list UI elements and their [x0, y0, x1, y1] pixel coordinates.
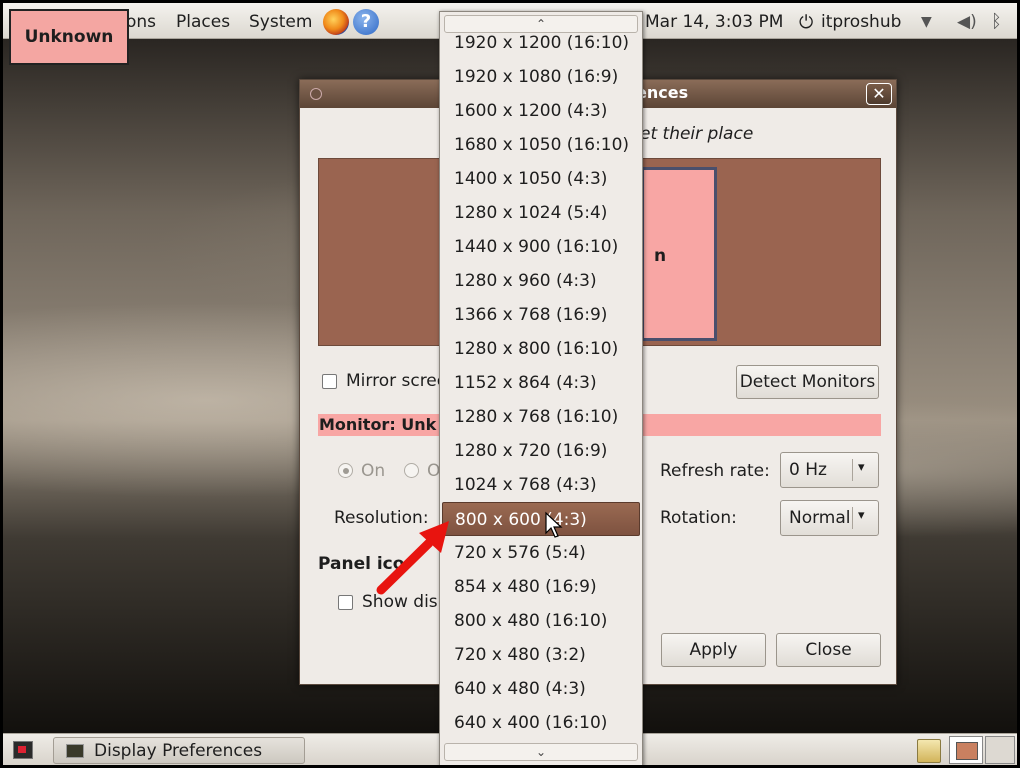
rotation-select[interactable]: Normal ▾	[780, 500, 879, 536]
chevron-down-icon: ▾	[858, 508, 865, 523]
hint-text: et their place	[640, 124, 754, 144]
radio-on-label[interactable]: On	[361, 461, 385, 481]
mirror-screens-checkbox[interactable]	[322, 374, 337, 389]
resolution-option[interactable]: 800 x 480 (16:10)	[442, 604, 640, 638]
display-preferences-icon	[66, 744, 84, 758]
resolution-option[interactable]: 1440 x 900 (16:10)	[442, 230, 640, 264]
resolution-option[interactable]: 1280 x 960 (4:3)	[442, 264, 640, 298]
show-displays-checkbox[interactable]	[338, 595, 353, 610]
rotation-value: Normal	[789, 508, 851, 528]
monitor-box-label: n	[654, 246, 667, 266]
resolution-option[interactable]: 1280 x 800 (16:10)	[442, 332, 640, 366]
resolution-option[interactable]: 1280 x 768 (16:10)	[442, 400, 640, 434]
power-icon[interactable]: ⏻	[799, 12, 813, 33]
resolution-option[interactable]: 1920 x 1200 (16:10)	[442, 26, 640, 60]
show-displays-label[interactable]: Show disp	[362, 592, 448, 612]
radio-on-dot	[343, 468, 349, 474]
resolution-dropdown-list[interactable]: ⌃ 1920 x 1200 (16:10) 1920 x 1080 (16:9) 1…	[439, 11, 643, 765]
resolution-option[interactable]: 1280 x 720 (16:9)	[442, 434, 640, 468]
resolution-option[interactable]: 800 x 600 (4:3)	[442, 502, 640, 536]
resolution-option[interactable]: 1024 x 768 (4:3)	[442, 468, 640, 502]
user-menu[interactable]: itproshub	[821, 12, 901, 32]
bluetooth-icon[interactable]: ᛒ	[991, 11, 1002, 32]
menu-applications[interactable]: ons	[126, 12, 156, 32]
menu-places[interactable]: Places	[176, 12, 230, 32]
scroll-down-button[interactable]: ⌄	[444, 743, 638, 761]
panel-icon-heading: Panel ico	[318, 554, 405, 574]
combo-separator	[852, 507, 853, 529]
resolution-option[interactable]: 720 x 576 (5:4)	[442, 536, 640, 570]
resolution-option[interactable]: 1152 x 864 (4:3)	[442, 366, 640, 400]
resolution-option[interactable]: 1280 x 1024 (5:4)	[442, 196, 640, 230]
refresh-rate-value: 0 Hz	[789, 460, 827, 480]
dialog-title: ences	[636, 83, 689, 102]
firefox-icon[interactable]	[323, 9, 349, 35]
resolution-option[interactable]: 640 x 480 (4:3)	[442, 672, 640, 706]
monitor-box[interactable]: n	[641, 167, 717, 341]
screen: ons Places System ? Mar 14, 3:03 PM ⏻ it…	[0, 0, 1020, 768]
clock[interactable]: Mar 14, 3:03 PM	[645, 12, 783, 32]
apply-button[interactable]: Apply	[661, 633, 766, 667]
close-window-button[interactable]: ✕	[866, 83, 892, 105]
resolution-option[interactable]: 720 x 480 (3:2)	[442, 638, 640, 672]
resolution-option[interactable]: 1680 x 1050 (16:10)	[442, 128, 640, 162]
resolution-option[interactable]: 1920 x 1080 (16:9)	[442, 60, 640, 94]
menu-system[interactable]: System	[249, 12, 312, 32]
window-menu-icon[interactable]	[310, 88, 322, 100]
refresh-rate-select[interactable]: 0 Hz ▾	[780, 452, 879, 488]
resolution-option[interactable]: 1600 x 1200 (4:3)	[442, 94, 640, 128]
chevron-down-icon: ▾	[858, 460, 865, 475]
network-icon[interactable]: ▼	[921, 14, 932, 30]
help-icon[interactable]: ?	[353, 9, 379, 35]
resolution-option[interactable]: 854 x 480 (16:9)	[442, 570, 640, 604]
radio-on[interactable]	[338, 463, 353, 478]
resolution-label: Resolution:	[334, 508, 429, 528]
combo-separator	[852, 459, 853, 481]
trash-icon[interactable]	[917, 739, 941, 763]
resolution-option[interactable]: 1366 x 768 (16:9)	[442, 298, 640, 332]
detect-monitors-button[interactable]: Detect Monitors	[736, 365, 879, 399]
taskbar-item-display-preferences[interactable]: Display Preferences	[53, 737, 305, 764]
resolution-option[interactable]: 1400 x 1050 (4:3)	[442, 162, 640, 196]
show-desktop-icon[interactable]	[13, 741, 33, 759]
monitor-name-overlay: Unknown	[9, 9, 129, 65]
close-button[interactable]: Close	[776, 633, 881, 667]
radio-off[interactable]	[404, 463, 419, 478]
volume-icon[interactable]: ◀)	[957, 12, 977, 32]
workspace-1[interactable]	[949, 736, 983, 764]
rotation-label: Rotation:	[660, 508, 737, 528]
refresh-rate-label: Refresh rate:	[660, 461, 770, 481]
taskbar-item-label: Display Preferences	[94, 741, 263, 761]
workspace-2[interactable]	[985, 736, 1015, 764]
resolution-option[interactable]: 640 x 400 (16:10)	[442, 706, 640, 740]
mirror-screens-label[interactable]: Mirror scree	[346, 371, 447, 391]
monitor-header: Monitor: Unk	[319, 415, 437, 434]
